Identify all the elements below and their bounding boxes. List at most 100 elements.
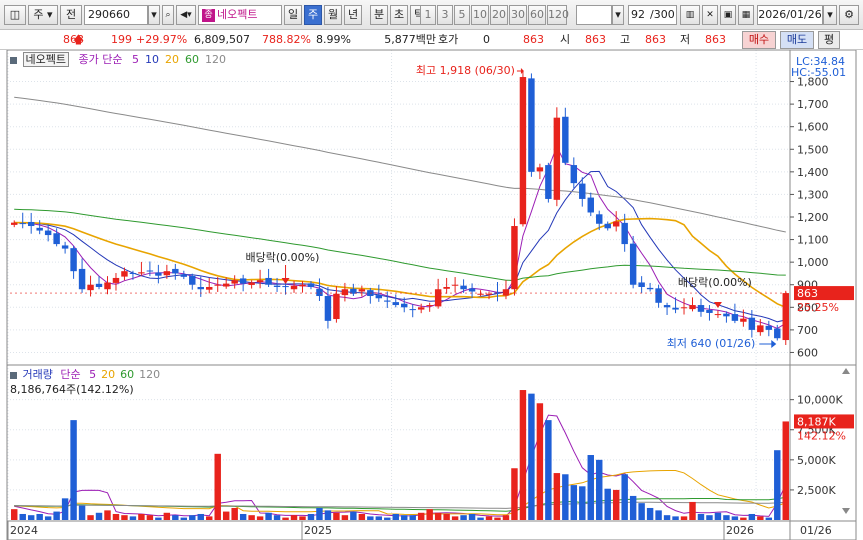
chart-area[interactable]: 6007008009001,0001,1001,2001,3001,4001,5…: [0, 50, 863, 540]
period-button-1[interactable]: 주: [304, 5, 322, 25]
volume-panel-toggle-icon[interactable]: [10, 371, 17, 379]
candle-body: [680, 307, 688, 309]
candle-body: [180, 274, 188, 277]
candle-body: [468, 288, 476, 292]
hc-label: HC:-55.01: [791, 66, 846, 79]
volume-bar: [629, 495, 637, 520]
volume-bar: [663, 515, 671, 520]
stock-name-field[interactable]: 종 네오펙트: [198, 5, 282, 25]
price-tick-label: 1,300: [797, 188, 829, 201]
volume-value: 6,809,507: [194, 33, 250, 46]
quote-bar: 863 🡅 199 +29.97% 6,809,507 788.82% 8.99…: [0, 30, 863, 50]
candle-body: [638, 282, 645, 287]
interval-input[interactable]: [576, 5, 612, 25]
price-tick-label: 1,100: [797, 234, 829, 247]
interval-dropdown-icon[interactable]: ▾: [612, 5, 624, 25]
settings-icon[interactable]: ⚙: [839, 5, 859, 25]
candle-body: [121, 271, 128, 277]
volume-tag-pct: 142.12%: [797, 429, 846, 442]
sell-button[interactable]: 매도: [780, 31, 814, 49]
candle-body: [587, 197, 594, 213]
save-icon[interactable]: ▣: [720, 5, 736, 25]
candle-body: [782, 293, 789, 341]
exchange-button[interactable]: 전: [60, 5, 82, 25]
candle-body: [706, 310, 713, 313]
code-input[interactable]: 290660: [84, 5, 148, 25]
bar-chart-icon[interactable]: ▥: [680, 5, 700, 25]
volume-bar: [570, 485, 578, 520]
interval-button-3[interactable]: 3: [437, 5, 453, 25]
candle-body: [553, 117, 561, 200]
volume-bar: [757, 516, 764, 520]
volume-bar: [324, 510, 332, 520]
candle-body: [307, 283, 315, 287]
date-dropdown-icon[interactable]: ▾: [823, 5, 837, 25]
volume-bar: [774, 450, 781, 520]
candle-body: [53, 233, 60, 245]
volume-bar: [265, 512, 272, 520]
volume-bar: [341, 515, 349, 520]
chart-menu-icon[interactable]: ◫: [4, 5, 26, 25]
buy-button[interactable]: 매수: [742, 31, 776, 49]
volume-bar: [511, 468, 518, 520]
volume-bar: [426, 509, 433, 520]
period-button-0[interactable]: 일: [284, 5, 302, 25]
price-tick-label: 1,400: [797, 166, 829, 179]
volume-bar: [697, 513, 705, 520]
market-select[interactable]: 주 ▾: [28, 5, 58, 25]
speaker-icon[interactable]: ◀▾: [176, 5, 196, 25]
search-icon[interactable]: ⌕: [162, 5, 174, 25]
volume-bar: [307, 513, 315, 520]
calendar-icon[interactable]: ▦: [738, 5, 754, 25]
period-button-5[interactable]: 초: [390, 5, 408, 25]
volume-bar: [392, 513, 399, 520]
date-input[interactable]: 2026/01/26: [757, 5, 823, 25]
axes: 6007008009001,0001,1001,2001,3001,4001,5…: [6, 50, 857, 540]
volume-ma-legend-60: 60: [120, 368, 135, 381]
interval-button-1[interactable]: 1: [420, 5, 436, 25]
volume-bar: [299, 516, 306, 520]
candle-body: [172, 268, 179, 274]
eval-button[interactable]: 평: [818, 31, 840, 49]
volume-bar: [358, 513, 366, 520]
period-button-4[interactable]: 분: [370, 5, 388, 25]
code-dropdown-icon[interactable]: ▾: [148, 5, 160, 25]
volume-bar: [384, 517, 391, 520]
period-button-3[interactable]: 년: [344, 5, 362, 25]
candle-body: [248, 282, 255, 285]
candle-body: [375, 295, 383, 299]
count-input[interactable]: 92: [628, 5, 648, 25]
interval-button-30[interactable]: 30: [509, 5, 527, 25]
volume-bar: [706, 515, 713, 520]
price-change: 199: [111, 33, 132, 46]
volume-bar: [11, 509, 18, 520]
panel-stock-name[interactable]: 네오펙트: [22, 52, 69, 67]
x-axis-label: 01/26: [800, 524, 832, 537]
volume-bar: [553, 473, 561, 520]
volume-bar: [248, 515, 255, 520]
candle-body: [19, 223, 26, 225]
interval-button-60[interactable]: 60: [528, 5, 546, 25]
price-legend: 네오펙트 종가 단순 5 10 20 60 120: [10, 52, 226, 67]
period-button-2[interactable]: 월: [324, 5, 342, 25]
volume-ma-legend-120: 120: [139, 368, 161, 381]
candle-body: [655, 288, 662, 303]
panel-toggle-icon[interactable]: [10, 56, 17, 64]
interval-button-10[interactable]: 10: [471, 5, 489, 25]
volume-bar: [562, 474, 569, 520]
interval-button-120[interactable]: 120: [547, 5, 569, 25]
compare-icon[interactable]: ✕: [702, 5, 718, 25]
interval-button-20[interactable]: 20: [490, 5, 508, 25]
hoga-label: 호가: [438, 33, 459, 46]
ma-legend-5: 5: [131, 53, 139, 66]
volume-tick-label: 5,000K: [797, 454, 836, 467]
volume-bar: [782, 421, 789, 520]
volume-bar: [519, 390, 527, 520]
candle-body: [519, 77, 527, 225]
interval-button-5[interactable]: 5: [454, 5, 470, 25]
volume-bar: [468, 513, 476, 520]
low-note: 최저 640 (01/26): [667, 337, 756, 350]
candle-body: [392, 302, 399, 306]
ma-line-5: [14, 145, 787, 329]
high-price: 863: [645, 33, 666, 46]
